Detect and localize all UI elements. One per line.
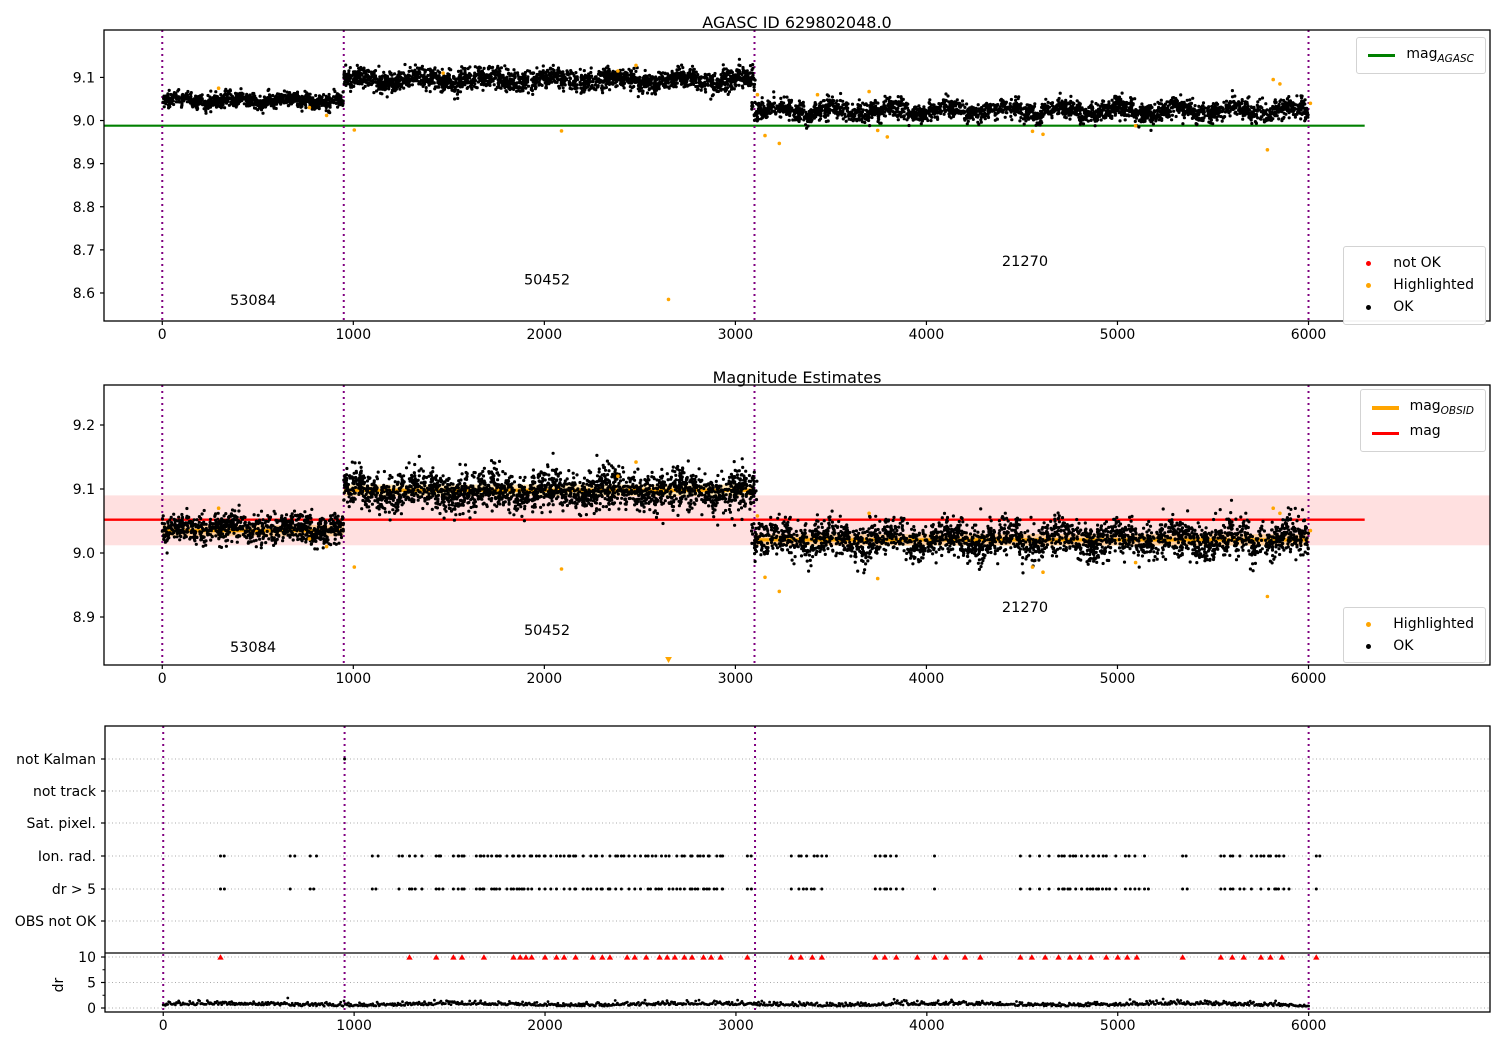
- red-dot-icon: [1366, 260, 1372, 266]
- dr-trace: [161, 996, 1311, 1008]
- middle-plot-annotations: 53084 50452 21270: [230, 600, 1048, 656]
- obsid-annotation: 53084: [230, 640, 276, 656]
- top-plot-title: AGASC ID 629802048.0: [702, 13, 892, 32]
- middle-plot-line-legend: magOBSID mag: [1359, 389, 1486, 452]
- flag-row-label: not Kalman: [16, 752, 96, 768]
- x-tick-label: 6000: [1291, 671, 1327, 687]
- flag-row-label: Sat. pixel.: [27, 816, 96, 832]
- flag-row-label: OBS not OK: [15, 914, 97, 930]
- top-plot-line-legend: magAGASC: [1356, 37, 1486, 75]
- x-tick-label: 5000: [1100, 327, 1136, 343]
- x-tick-label: 2000: [527, 327, 563, 343]
- x-tick-label: 3000: [718, 327, 754, 343]
- y-tick-label: 9.0: [73, 546, 95, 562]
- legend-item-highlighted: Highlighted: [1355, 274, 1474, 296]
- green-line-swatch: [1368, 54, 1396, 58]
- x-tick-label: 1000: [335, 327, 371, 343]
- x-tick-label: 5000: [1100, 671, 1136, 687]
- dr-axis-label: dr: [51, 977, 67, 992]
- legend-item-ok: OK: [1355, 296, 1474, 318]
- top-plot-scatter: [161, 57, 1310, 132]
- legend-label: magAGASC: [1406, 46, 1474, 65]
- y-tick-label: 9.1: [73, 70, 95, 86]
- legend-item-not-ok: not OK: [1355, 252, 1474, 274]
- x-tick-label: 2000: [527, 1018, 563, 1034]
- x-tick-label: 3000: [718, 671, 754, 687]
- flag-row-label: not track: [33, 784, 97, 800]
- y-tick-label: 8.6: [73, 286, 95, 302]
- y-tick-label: 8.7: [73, 243, 95, 259]
- legend-item-mag-obsid: magOBSID: [1371, 395, 1474, 420]
- legend-item-ok: OK: [1355, 635, 1474, 657]
- y-tick-label: 9.0: [73, 114, 95, 130]
- figure: 9.1 9.0 8.9 8.8 8.7 8.6 0 1000 2000 3000 4000 5000 6…: [0, 0, 1500, 1050]
- flag-dots: [219, 757, 1322, 891]
- flag-row-label: Ion. rad.: [38, 849, 96, 865]
- x-tick-label: 4000: [909, 327, 945, 343]
- obsid-annotation: 21270: [1002, 254, 1048, 270]
- legend-item-highlighted: Highlighted: [1355, 613, 1474, 635]
- legend-label: Highlighted: [1393, 616, 1474, 632]
- x-tick-label: 0: [159, 1018, 168, 1034]
- obsid-annotation: 50452: [524, 272, 570, 288]
- dr-clipped-markers: [217, 954, 1320, 960]
- obsid-annotation: 21270: [1002, 600, 1048, 616]
- y-tick-label: 9.1: [73, 482, 95, 498]
- x-tick-label: 0: [158, 671, 167, 687]
- x-tick-label: 4000: [909, 1018, 945, 1034]
- x-tick-label: 5000: [1100, 1018, 1136, 1034]
- bottom-plot: not Kalman not track Sat. pixel. Ion. rad. d…: [15, 725, 1491, 1034]
- middle-plot-title: Magnitude Estimates: [712, 368, 882, 387]
- flag-row-label: dr > 5: [52, 882, 96, 898]
- x-tick-label: 3000: [718, 1018, 754, 1034]
- orange-line-swatch: [1371, 405, 1399, 410]
- x-tick-label: 6000: [1291, 327, 1327, 343]
- top-plot-marker-legend: not OK Highlighted OK: [1343, 246, 1486, 325]
- dr-tick-label: 10: [78, 950, 96, 966]
- y-tick-label: 9.2: [73, 418, 95, 434]
- black-dot-icon: [1366, 304, 1372, 310]
- x-tick-label: 0: [158, 327, 167, 343]
- legend-label: Highlighted: [1393, 277, 1474, 294]
- orange-dot-icon: [1366, 621, 1372, 627]
- y-tick-label: 8.9: [73, 610, 95, 626]
- obsid-annotation: 50452: [524, 623, 570, 639]
- legend-label: not OK: [1393, 255, 1441, 271]
- legend-label: mag: [1409, 423, 1441, 440]
- orange-dot-icon: [1366, 282, 1372, 288]
- x-tick-label: 4000: [909, 671, 945, 687]
- plot-canvas: 9.19.08.98.88.78.60 1000 2000 3000 4000 5000 6…: [15, 29, 1491, 1034]
- x-tick-label: 2000: [527, 671, 563, 687]
- x-tick-label: 1000: [336, 1018, 372, 1034]
- legend-item-mag: mag: [1371, 420, 1474, 445]
- clipped-point-marker: [665, 657, 672, 663]
- legend-label: OK: [1393, 638, 1414, 655]
- x-tick-label: 1000: [335, 671, 371, 687]
- dr-tick-label: 0: [87, 1001, 96, 1017]
- black-dot-icon: [1366, 643, 1372, 649]
- y-tick-label: 8.9: [73, 157, 95, 173]
- legend-label: magOBSID: [1409, 398, 1474, 417]
- dr-tick-label: 5: [87, 976, 96, 992]
- y-tick-label: 8.8: [73, 200, 95, 216]
- obsid-annotation: 53084: [230, 293, 276, 309]
- middle-plot-marker-legend: Highlighted OK: [1343, 607, 1486, 664]
- x-tick-label: 6000: [1291, 1018, 1327, 1034]
- legend-item-mag-agasc: magAGASC: [1368, 43, 1474, 68]
- top-plot: 9.1 9.0 8.9 8.8 8.7 8.6 0 1000 2000 3000 4000 5000 6…: [73, 29, 1491, 343]
- top-plot-highlighted: [216, 63, 1313, 302]
- red-line-swatch: [1371, 431, 1399, 435]
- top-plot-annotations: 53084 50452 21270: [230, 254, 1048, 309]
- legend-label: OK: [1393, 299, 1414, 316]
